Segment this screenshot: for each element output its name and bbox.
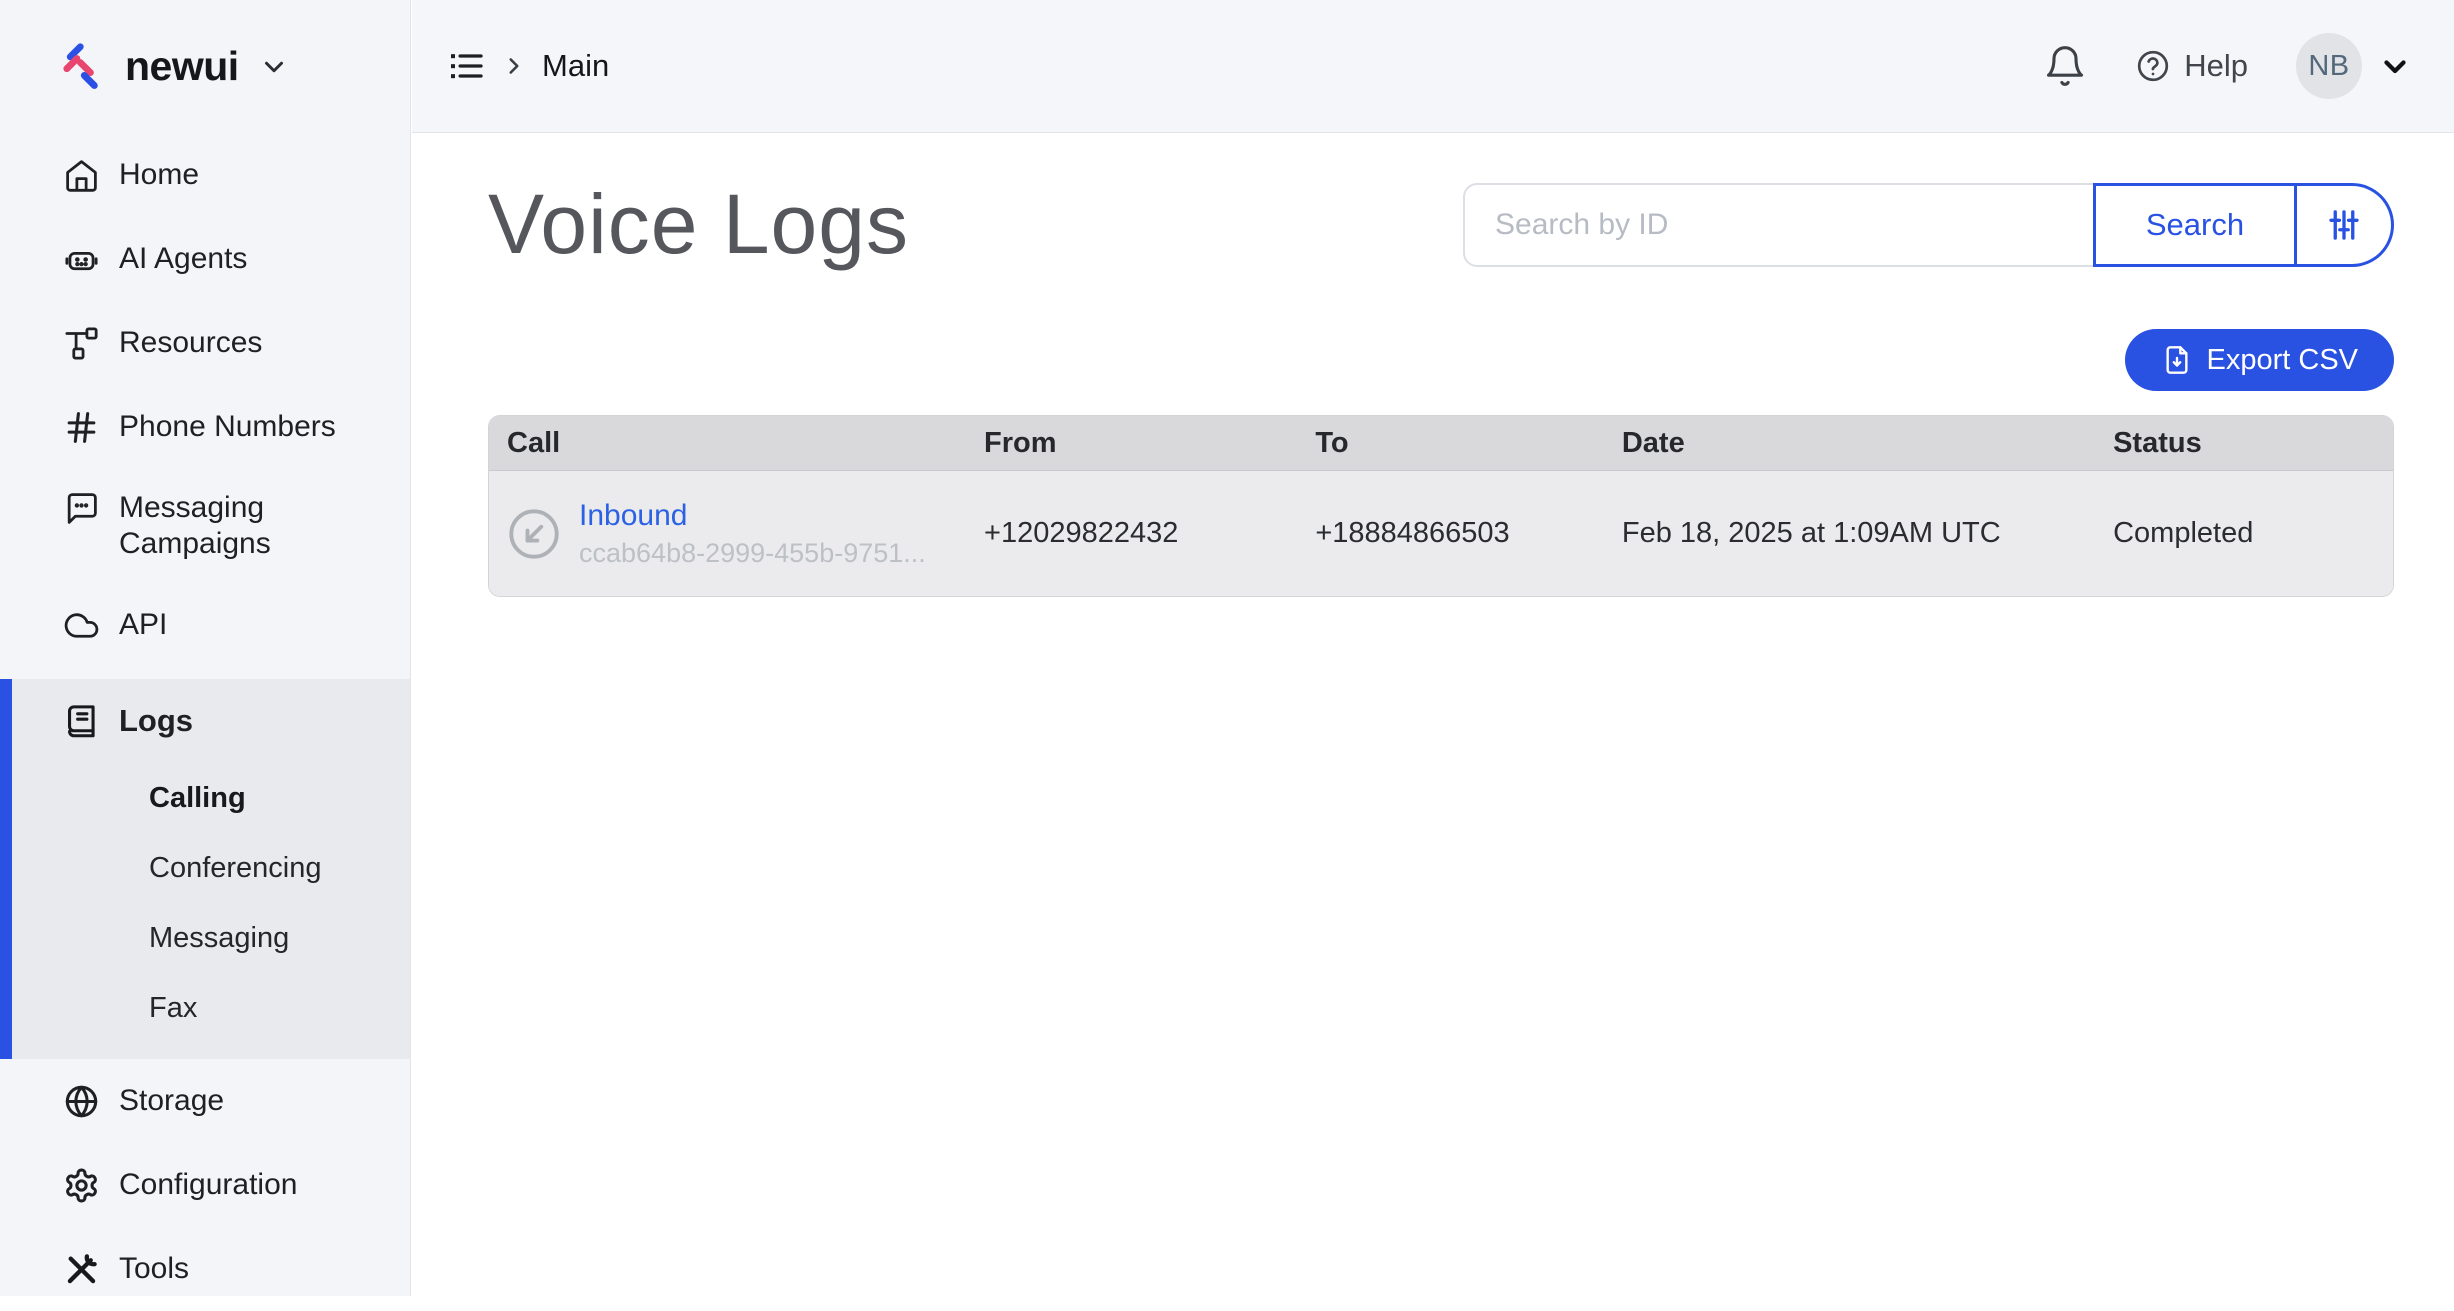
table-row[interactable]: Inbound ccab64b8-2999-455b-9751... +1202… bbox=[489, 470, 2393, 596]
call-direction-link[interactable]: Inbound bbox=[579, 499, 926, 533]
sidebar-item-ai-agents[interactable]: AI Agents bbox=[0, 217, 410, 301]
sidebar-item-label: Phone Numbers bbox=[119, 410, 336, 444]
sidebar-subitem-messaging[interactable]: Messaging bbox=[0, 903, 410, 973]
hash-icon bbox=[63, 409, 100, 446]
sidebar-item-label: Configuration bbox=[119, 1168, 297, 1202]
brand-block[interactable]: newui bbox=[0, 0, 410, 133]
sidebar-item-phone-numbers[interactable]: Phone Numbers bbox=[0, 385, 410, 469]
call-from: +12029822432 bbox=[984, 470, 1315, 596]
brand-name: newui bbox=[125, 43, 239, 90]
gear-icon bbox=[63, 1167, 100, 1204]
bell-icon[interactable] bbox=[2043, 44, 2087, 88]
sidebar-item-messaging-campaigns[interactable]: Messaging Campaigns bbox=[0, 469, 410, 583]
globe-icon bbox=[63, 1083, 100, 1120]
help-label: Help bbox=[2184, 48, 2248, 84]
account-menu[interactable]: NB bbox=[2296, 33, 2412, 99]
sidebar-item-logs[interactable]: Logs bbox=[0, 679, 410, 763]
column-header-status: Status bbox=[2113, 416, 2393, 470]
sidebar-item-label: Logs bbox=[119, 703, 193, 739]
page-title: Voice Logs bbox=[488, 176, 909, 273]
sidebar-logs-section: Logs Calling Conferencing Messaging Fax bbox=[0, 679, 410, 1059]
sidebar-item-home[interactable]: Home bbox=[0, 133, 410, 217]
sidebar-item-api[interactable]: API bbox=[0, 583, 410, 667]
export-csv-button[interactable]: Export CSV bbox=[2125, 329, 2395, 391]
sliders-icon bbox=[2323, 204, 2365, 246]
help-button[interactable]: Help bbox=[2135, 48, 2248, 84]
brand-logo-icon bbox=[55, 40, 109, 94]
tools-icon bbox=[63, 1251, 100, 1288]
sidebar-subitem-label: Calling bbox=[149, 782, 246, 815]
sidebar: newui Home AI Agents Resources Phone Num… bbox=[0, 0, 411, 1296]
sidebar-subitem-conferencing[interactable]: Conferencing bbox=[0, 833, 410, 903]
sidebar-subitem-calling[interactable]: Calling bbox=[0, 763, 410, 833]
account-chevron-down-icon[interactable] bbox=[2378, 49, 2412, 83]
sidebar-item-label: Resources bbox=[119, 326, 262, 360]
search-input[interactable] bbox=[1463, 183, 2093, 267]
chevron-right-icon bbox=[501, 53, 527, 79]
call-status: Completed bbox=[2113, 470, 2393, 596]
topbar-actions: Help NB bbox=[2043, 33, 2412, 99]
sidebar-subitem-label: Conferencing bbox=[149, 852, 322, 885]
table-header-row: Call From To Date Status bbox=[489, 416, 2393, 470]
cloud-icon bbox=[63, 607, 100, 644]
topbar: Main Help NB bbox=[412, 0, 2454, 133]
filter-button[interactable] bbox=[2297, 183, 2394, 267]
sidebar-item-storage[interactable]: Storage bbox=[0, 1059, 410, 1143]
main-content: Voice Logs Search Export CSV Call From T… bbox=[412, 134, 2454, 1296]
help-circle-icon bbox=[2135, 48, 2171, 84]
avatar[interactable]: NB bbox=[2296, 33, 2362, 99]
brand-chevron-down-icon[interactable] bbox=[259, 52, 289, 82]
search-group: Search bbox=[1463, 183, 2394, 267]
column-header-date: Date bbox=[1622, 416, 2113, 470]
breadcrumb-current[interactable]: Main bbox=[542, 48, 609, 84]
sidebar-item-label: AI Agents bbox=[119, 242, 247, 276]
title-row: Voice Logs Search bbox=[488, 176, 2394, 273]
column-header-to: To bbox=[1315, 416, 1622, 470]
sidebar-item-configuration[interactable]: Configuration bbox=[0, 1143, 410, 1227]
home-icon bbox=[63, 157, 100, 194]
column-header-call: Call bbox=[489, 416, 984, 470]
voice-logs-table: Call From To Date Status Inbound ccab64b… bbox=[488, 415, 2394, 597]
list-icon[interactable] bbox=[446, 46, 486, 86]
sidebar-subitem-label: Fax bbox=[149, 992, 197, 1025]
export-csv-label: Export CSV bbox=[2207, 344, 2359, 377]
sidebar-item-tools[interactable]: Tools bbox=[0, 1227, 410, 1311]
sidebar-item-label: Tools bbox=[119, 1252, 189, 1286]
avatar-initials: NB bbox=[2308, 50, 2349, 83]
sidebar-subitem-label: Messaging bbox=[149, 922, 289, 955]
breadcrumb: Main bbox=[446, 46, 609, 86]
call-date: Feb 18, 2025 at 1:09AM UTC bbox=[1622, 470, 2113, 596]
column-header-from: From bbox=[984, 416, 1315, 470]
sidebar-nav: Home AI Agents Resources Phone Numbers M… bbox=[0, 133, 410, 1311]
file-download-icon bbox=[2161, 344, 2193, 376]
sidebar-subitem-fax[interactable]: Fax bbox=[0, 973, 410, 1043]
call-id: ccab64b8-2999-455b-9751... bbox=[579, 538, 926, 569]
robot-icon bbox=[63, 241, 100, 278]
sidebar-item-label: API bbox=[119, 608, 167, 642]
sidebar-item-label: Storage bbox=[119, 1084, 224, 1118]
sidebar-item-resources[interactable]: Resources bbox=[0, 301, 410, 385]
book-icon bbox=[63, 703, 100, 740]
export-row: Export CSV bbox=[488, 329, 2394, 391]
network-icon bbox=[63, 325, 100, 362]
message-icon bbox=[63, 490, 100, 527]
call-cell: Inbound ccab64b8-2999-455b-9751... bbox=[489, 499, 984, 569]
sidebar-item-label: Messaging Campaigns bbox=[119, 490, 390, 562]
call-to: +18884866503 bbox=[1315, 470, 1622, 596]
search-button[interactable]: Search bbox=[2093, 183, 2297, 267]
sidebar-item-label: Home bbox=[119, 158, 199, 192]
inbound-arrow-icon bbox=[505, 505, 563, 563]
